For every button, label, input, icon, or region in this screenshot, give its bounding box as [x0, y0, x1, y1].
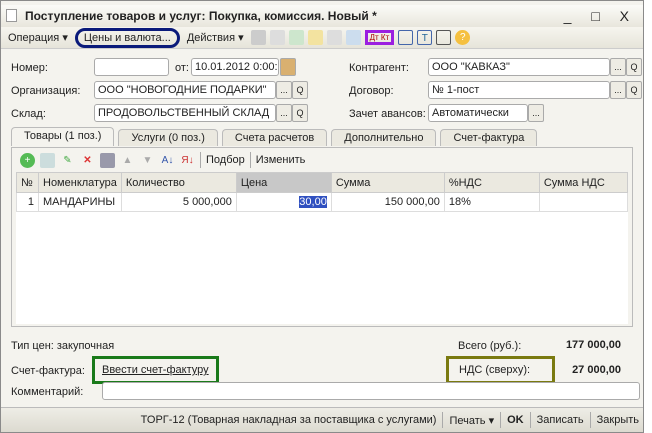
help-icon[interactable]: ?: [455, 30, 471, 45]
warehouse-search-icon[interactable]: Q: [292, 104, 308, 122]
cell-vat-sum[interactable]: [538, 192, 629, 212]
goto-icon[interactable]: [345, 30, 361, 45]
comment-label: Комментарий:: [11, 386, 84, 398]
cell-quantity[interactable]: 5 000,000: [120, 192, 237, 212]
unpost-icon[interactable]: [269, 30, 285, 45]
tab-goods[interactable]: Товары (1 поз.): [11, 127, 115, 146]
cell-price[interactable]: 30,00: [235, 192, 332, 212]
title-bar: Поступление товаров и услуг: Покупка, ко…: [1, 5, 643, 27]
warehouse-select-button[interactable]: ...: [276, 104, 292, 122]
operation-menu[interactable]: Операция ▾: [5, 31, 71, 44]
warehouse-field[interactable]: ПРОДОВОЛЬСТВЕННЫЙ СКЛАД: [94, 104, 276, 122]
contract-label: Договор:: [349, 85, 394, 97]
col-vat-rate[interactable]: %НДС: [443, 172, 540, 193]
structure-icon[interactable]: [326, 30, 342, 45]
cell-vat-rate[interactable]: 18%: [443, 192, 540, 212]
advance-field[interactable]: Автоматически: [428, 104, 528, 122]
contract-search-icon[interactable]: Q: [626, 81, 642, 99]
org-select-button[interactable]: ...: [276, 81, 292, 99]
document-icon: [6, 9, 17, 22]
col-number[interactable]: №: [16, 172, 39, 193]
post-icon[interactable]: [250, 30, 266, 45]
vat-label: НДС (сверху):: [446, 356, 556, 384]
move-down-icon[interactable]: ▼: [140, 153, 155, 168]
torg12-button[interactable]: ТОРГ-12 (Товарная накладная за поставщик…: [141, 414, 437, 426]
col-quantity[interactable]: Количество: [120, 172, 237, 193]
date-field[interactable]: 10.01.2012 0:00:00: [191, 58, 279, 76]
col-item[interactable]: Номенклатура: [38, 172, 122, 193]
close-button[interactable]: Закрыть: [597, 414, 639, 426]
number-label: Номер:: [11, 62, 48, 74]
toolbar: Операция ▾ Цены и валюта... Действия ▾ Д…: [1, 27, 643, 49]
edit-button[interactable]: Изменить: [256, 154, 306, 166]
date-label: от:: [175, 62, 189, 74]
price-type-label: Тип цен: закупочная: [11, 340, 115, 352]
table-toolbar: + ✎ ✕ ▲ ▼ A↓ Я↓ Подбор Изменить: [20, 152, 305, 168]
counterparty-field[interactable]: ООО "КАВКАЗ": [428, 58, 610, 76]
col-vat-sum[interactable]: Сумма НДС: [538, 172, 629, 193]
counterparty-search-icon[interactable]: Q: [626, 58, 642, 76]
tab-services[interactable]: Услуги (0 поз.): [118, 129, 218, 146]
cell-number: 1: [16, 192, 39, 212]
org-search-icon[interactable]: Q: [292, 81, 308, 99]
org-field[interactable]: ООО "НОВОГОДНИЕ ПОДАРКИ": [94, 81, 276, 99]
goods-table: № Номенклатура Количество Цена Сумма %НД…: [16, 172, 629, 212]
window-title: Поступление товаров и услуг: Покупка, ко…: [25, 9, 377, 23]
save-button[interactable]: Записать: [537, 414, 584, 426]
edit-icon[interactable]: ✎: [60, 153, 75, 168]
list-icon[interactable]: [436, 30, 452, 45]
move-up-icon[interactable]: ▲: [120, 153, 135, 168]
contract-select-button[interactable]: ...: [610, 81, 626, 99]
window-controls[interactable]: _ □ X: [564, 8, 637, 24]
table-empty-area: [16, 212, 628, 324]
advance-select-button[interactable]: ...: [528, 104, 544, 122]
goods-panel: + ✎ ✕ ▲ ▼ A↓ Я↓ Подбор Изменить № Номенк…: [11, 147, 633, 327]
delete-icon[interactable]: ✕: [80, 153, 95, 168]
print-menu[interactable]: Печать ▾: [449, 414, 494, 427]
actions-menu[interactable]: Действия ▾: [184, 31, 247, 44]
enter-invoice-link[interactable]: Ввести счет-фактуру: [92, 356, 219, 384]
advance-label: Зачет авансов:: [349, 108, 426, 120]
refresh-icon[interactable]: [288, 30, 304, 45]
cell-sum[interactable]: 150 000,00: [330, 192, 445, 212]
total-label: Всего (руб.):: [458, 340, 522, 352]
vat-value: 27 000,00: [572, 364, 621, 376]
col-price[interactable]: Цена: [235, 172, 332, 193]
filter-icon[interactable]: T: [417, 30, 433, 45]
counterparty-select-button[interactable]: ...: [610, 58, 626, 76]
dt-kt-icon[interactable]: Дт Кт: [364, 30, 395, 45]
counterparty-label: Контрагент:: [349, 62, 409, 74]
col-sum[interactable]: Сумма: [330, 172, 445, 193]
calendar-icon[interactable]: [280, 58, 296, 76]
org-label: Организация:: [11, 85, 81, 97]
warehouse-label: Склад:: [11, 108, 46, 120]
ok-button[interactable]: OK: [507, 414, 524, 426]
sort-desc-icon[interactable]: Я↓: [180, 153, 195, 168]
journal-icon[interactable]: [398, 30, 414, 45]
tab-accounts[interactable]: Счета расчетов: [221, 129, 328, 146]
tab-invoice[interactable]: Счет-фактура: [440, 129, 538, 146]
price-value[interactable]: 30,00: [299, 196, 327, 208]
create-based-icon[interactable]: [307, 30, 323, 45]
comment-field[interactable]: [102, 382, 640, 400]
tab-additional[interactable]: Дополнительно: [331, 129, 437, 146]
prices-currency-button[interactable]: Цены и валюта...: [74, 27, 180, 48]
tabs: Товары (1 поз.) Услуги (0 поз.) Счета ра…: [11, 127, 538, 146]
invoice-label: Счет-фактура:: [11, 365, 85, 377]
total-value: 177 000,00: [565, 339, 621, 351]
sort-asc-icon[interactable]: A↓: [160, 153, 175, 168]
table-row[interactable]: 1 МАНДАРИНЫ 5 000,000 30,00 150 000,00 1…: [16, 192, 629, 212]
save-row-icon[interactable]: [100, 152, 115, 168]
pick-button[interactable]: Подбор: [206, 154, 245, 166]
number-field[interactable]: [94, 58, 169, 76]
document-window: Поступление товаров и услуг: Покупка, ко…: [0, 0, 644, 433]
add-icon[interactable]: +: [20, 152, 35, 168]
copy-icon[interactable]: [40, 152, 55, 168]
cell-item[interactable]: МАНДАРИНЫ: [38, 192, 122, 212]
bottom-bar: ТОРГ-12 (Товарная накладная за поставщик…: [1, 407, 643, 432]
contract-field[interactable]: № 1-пост: [428, 81, 610, 99]
